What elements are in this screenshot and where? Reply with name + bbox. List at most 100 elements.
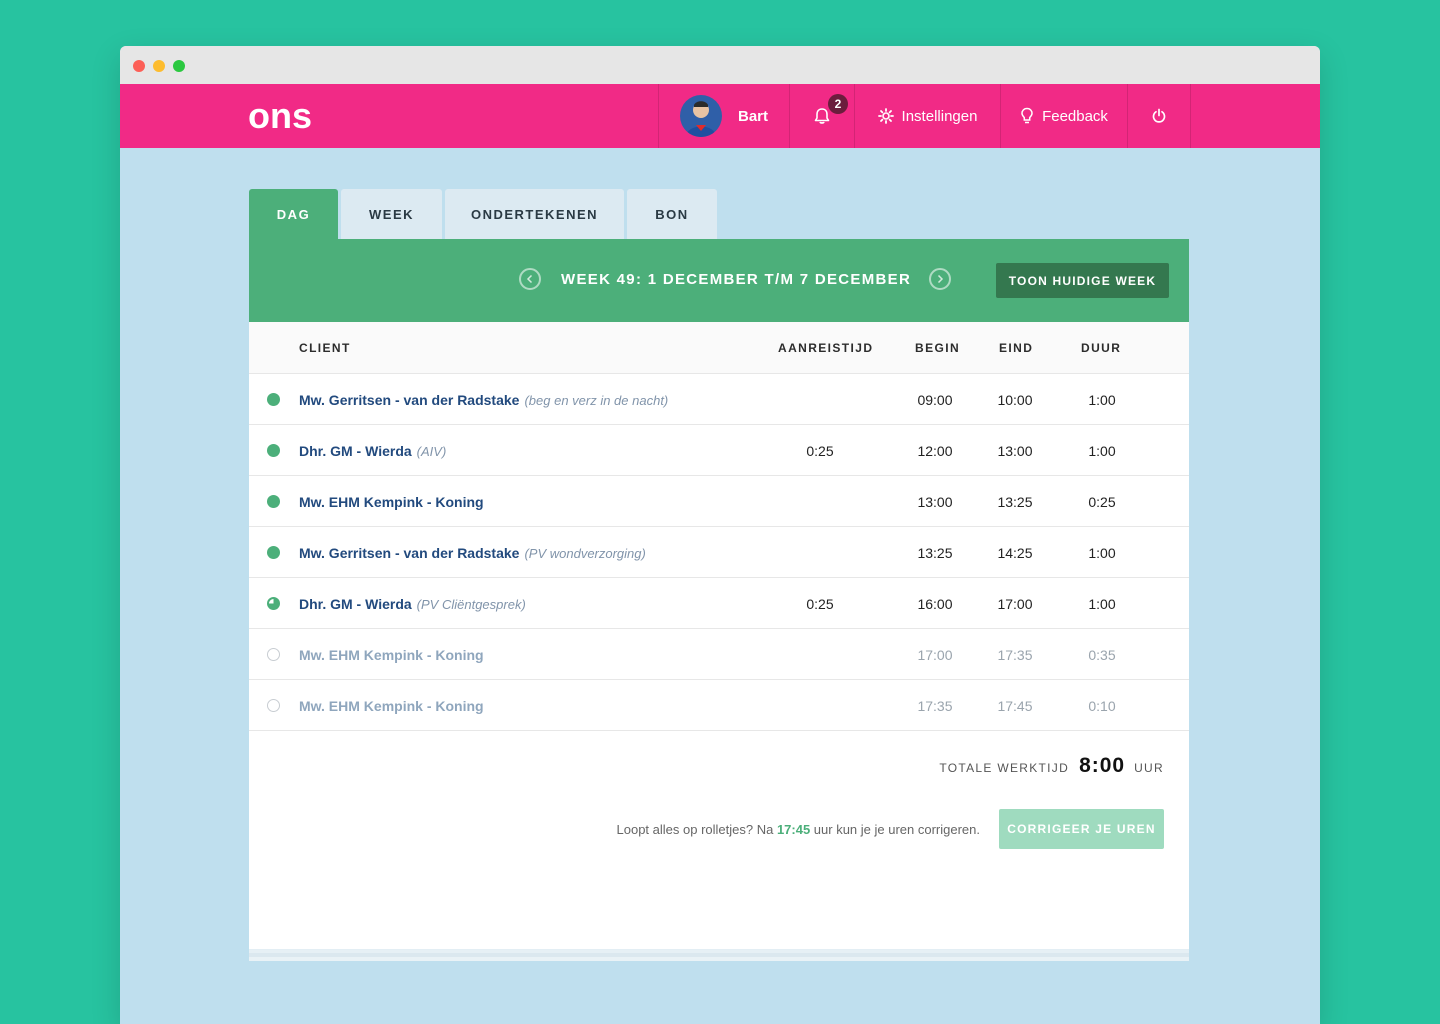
- chevron-right-icon: [938, 274, 944, 284]
- settings-button[interactable]: Instellingen: [855, 84, 1001, 148]
- app-window: ons Bart 2 Instellingen Feedback DAG WEE…: [120, 46, 1320, 1024]
- notifications-button[interactable]: 2: [790, 84, 855, 148]
- correct-from-time: 17:45: [776, 821, 811, 837]
- duration: 1:00: [1088, 392, 1116, 408]
- appointments-list: Mw. Gerritsen - van der Radstake (beg en …: [249, 374, 1189, 731]
- close-window-button[interactable]: [133, 60, 145, 72]
- svg-text:ons: ons: [248, 96, 312, 136]
- maximize-window-button[interactable]: [173, 60, 185, 72]
- correct-hours-message: Loopt alles op rolletjes? Na 17:45 uur k…: [616, 821, 981, 837]
- begin-time: 09:00: [917, 392, 953, 408]
- status-completed-icon: [267, 393, 280, 406]
- chevron-left-icon: [526, 274, 533, 284]
- tab-week[interactable]: WEEK: [341, 189, 442, 239]
- client-link[interactable]: Mw. EHM Kempink - Koning: [299, 647, 489, 663]
- end-time: 17:45: [997, 698, 1033, 714]
- table-row[interactable]: Mw. Gerritsen - van der Radstake (PV wond…: [249, 527, 1189, 578]
- duration: 0:35: [1088, 647, 1116, 663]
- status-pending-icon: [267, 648, 280, 661]
- begin-time: 16:00: [917, 596, 953, 612]
- appointment-note: (PV wondverzorging): [524, 546, 646, 561]
- travel-time: 0:25: [806, 443, 834, 459]
- ons-logo[interactable]: ons: [248, 96, 328, 136]
- duration: 1:00: [1088, 443, 1116, 459]
- travel-time: 0:25: [806, 596, 834, 612]
- tab-ondertekenen[interactable]: ONDERTEKENEN: [445, 189, 624, 239]
- total-unit: UUR: [1134, 761, 1164, 775]
- begin-time: 17:00: [917, 647, 953, 663]
- total-label: TOTALE WERKTIJD: [939, 761, 1070, 775]
- week-navigator: WEEK 49: 1 DECEMBER T/M 7 DECEMBER: [519, 268, 952, 290]
- column-header-duur: DUUR: [1081, 341, 1122, 355]
- table-row[interactable]: Mw. Gerritsen - van der Radstake (beg en …: [249, 374, 1189, 425]
- show-current-week-button[interactable]: TOON HUIDIGE WEEK: [996, 263, 1169, 298]
- duration: 0:10: [1088, 698, 1116, 714]
- user-menu[interactable]: Bart: [659, 84, 790, 148]
- table-row[interactable]: Dhr. GM - Wierda (PV Cliëntgesprek) 0:25 …: [249, 578, 1189, 629]
- end-time: 13:25: [997, 494, 1033, 510]
- begin-time: 13:00: [917, 494, 953, 510]
- client-link[interactable]: Mw. Gerritsen - van der Radstake (beg en …: [299, 392, 668, 408]
- minimize-window-button[interactable]: [153, 60, 165, 72]
- duration: 1:00: [1088, 545, 1116, 561]
- table-row[interactable]: Mw. EHM Kempink - Koning 17:00 17:35 0:3…: [249, 629, 1189, 680]
- client-link[interactable]: Dhr. GM - Wierda (AIV): [299, 443, 446, 459]
- user-name: Bart: [737, 107, 768, 125]
- duration: 1:00: [1088, 596, 1116, 612]
- appointment-note: (PV Cliëntgesprek): [416, 597, 526, 612]
- begin-time: 13:25: [917, 545, 953, 561]
- table-row[interactable]: Dhr. GM - Wierda (AIV) 0:25 12:00 13:00 1…: [249, 425, 1189, 476]
- view-tabs: DAG WEEK ONDERTEKENEN BON: [249, 189, 720, 239]
- table-row[interactable]: Mw. EHM Kempink - Koning 13:00 13:25 0:2…: [249, 476, 1189, 527]
- correct-hours-section: Loopt alles op rolletjes? Na 17:45 uur k…: [616, 809, 1164, 849]
- main-nav: Bart 2 Instellingen Feedback: [658, 84, 1191, 148]
- column-header-aanreistijd: AANREISTIJD: [778, 341, 874, 355]
- table-header: CLIENT AANREISTIJD BEGIN EIND DUUR: [249, 322, 1189, 374]
- correct-hours-button[interactable]: CORRIGEER JE UREN: [999, 809, 1164, 849]
- week-title: WEEK 49: 1 DECEMBER T/M 7 DECEMBER: [561, 270, 912, 288]
- client-link[interactable]: Mw. Gerritsen - van der Radstake (PV wond…: [299, 545, 646, 561]
- status-pending-icon: [267, 699, 280, 712]
- total-value: 8:00: [1079, 754, 1126, 777]
- week-navigation-bar: WEEK 49: 1 DECEMBER T/M 7 DECEMBER TOON …: [249, 239, 1189, 322]
- tab-dag[interactable]: DAG: [249, 189, 338, 239]
- status-completed-icon: [267, 546, 280, 559]
- client-link[interactable]: Mw. EHM Kempink - Koning: [299, 698, 489, 714]
- column-header-client: CLIENT: [299, 341, 351, 355]
- logout-button[interactable]: [1128, 84, 1191, 148]
- status-completed-icon: [267, 495, 280, 508]
- column-header-begin: BEGIN: [915, 341, 961, 355]
- feedback-button[interactable]: Feedback: [1001, 84, 1128, 148]
- appointment-note: (beg en verz in de nacht): [524, 393, 669, 408]
- total-work-time: TOTALE WERKTIJD 8:00 UUR: [939, 754, 1164, 778]
- power-icon: [1152, 108, 1166, 123]
- schedule-panel: WEEK 49: 1 DECEMBER T/M 7 DECEMBER TOON …: [249, 239, 1189, 949]
- avatar: [679, 95, 722, 137]
- column-header-eind: EIND: [999, 341, 1034, 355]
- notification-count-badge: 2: [828, 94, 848, 114]
- lightbulb-icon: [1020, 107, 1034, 125]
- client-link[interactable]: Dhr. GM - Wierda (PV Cliëntgesprek): [299, 596, 526, 612]
- previous-week-button[interactable]: [519, 268, 541, 290]
- duration: 0:25: [1088, 494, 1116, 510]
- begin-time: 12:00: [917, 443, 953, 459]
- appointment-note: (AIV): [416, 444, 447, 459]
- table-row[interactable]: Mw. EHM Kempink - Koning 17:35 17:45 0:1…: [249, 680, 1189, 731]
- end-time: 17:35: [997, 647, 1033, 663]
- settings-label: Instellingen: [901, 107, 978, 125]
- end-time: 13:00: [997, 443, 1033, 459]
- tab-bon[interactable]: BON: [627, 189, 717, 239]
- begin-time: 17:35: [917, 698, 953, 714]
- top-navigation-bar: ons Bart 2 Instellingen Feedback: [120, 84, 1320, 148]
- end-time: 14:25: [997, 545, 1033, 561]
- window-chrome: [120, 46, 1320, 84]
- client-link[interactable]: Mw. EHM Kempink - Koning: [299, 494, 489, 510]
- gear-icon: [877, 108, 894, 124]
- next-week-button[interactable]: [929, 268, 952, 290]
- status-completed-icon: [267, 444, 280, 457]
- feedback-label: Feedback: [1042, 107, 1108, 125]
- end-time: 10:00: [997, 392, 1033, 408]
- status-in-progress-icon: [267, 597, 280, 610]
- end-time: 17:00: [997, 596, 1033, 612]
- bell-icon: [814, 108, 830, 124]
